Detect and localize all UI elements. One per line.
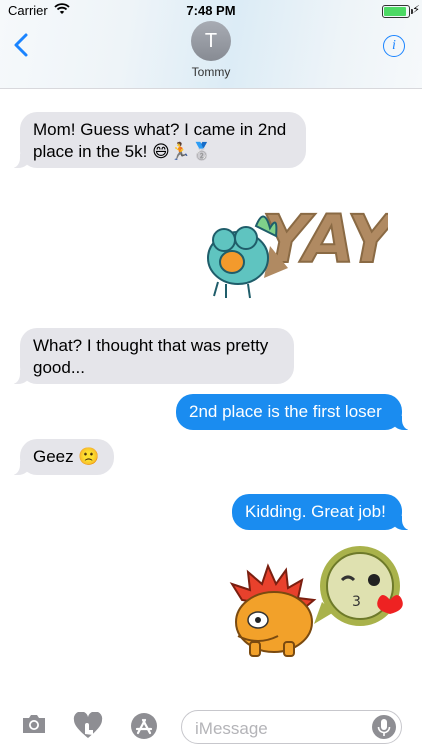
- chevron-left-icon: [14, 33, 28, 57]
- microphone-icon: [377, 719, 391, 736]
- message-text: Mom! Guess what? I came in 2nd: [33, 120, 287, 139]
- message-bubble-incoming[interactable]: Mom! Guess what? I came in 2nd place in …: [10, 112, 306, 168]
- heart-touch-icon[interactable]: [73, 712, 103, 740]
- message-text: good...: [33, 358, 85, 377]
- back-button[interactable]: [10, 30, 34, 60]
- message-bubble-outgoing[interactable]: Kidding. Great job!: [232, 494, 412, 530]
- yay-sticker[interactable]: YAY: [198, 186, 388, 306]
- speech-bubble-face-icon: 3: [314, 546, 403, 626]
- info-button[interactable]: i: [383, 35, 405, 57]
- info-icon: i: [392, 38, 396, 53]
- charging-icon: ⚡: [412, 4, 420, 16]
- avatar[interactable]: T: [191, 21, 231, 61]
- message-bubble-incoming[interactable]: Geez 🙁: [10, 439, 114, 475]
- battery-icon: [382, 5, 413, 18]
- microphone-button[interactable]: [372, 715, 396, 739]
- hedgehog-kiss-sticker[interactable]: 3: [222, 540, 412, 670]
- app-store-icon[interactable]: [127, 712, 161, 740]
- bird-icon: [207, 215, 278, 299]
- clock: 7:48 PM: [186, 3, 236, 18]
- message-text: 2nd place is the first loser: [189, 402, 382, 421]
- svg-text:3: 3: [352, 594, 361, 610]
- hedgehog-icon: [229, 563, 317, 657]
- camera-icon[interactable]: [20, 712, 48, 736]
- message-text: What? I thought that was pretty: [33, 336, 269, 355]
- message-bubble-incoming[interactable]: What? I thought that was pretty good...: [10, 328, 294, 384]
- contact-name[interactable]: Tommy: [0, 65, 422, 79]
- message-input-placeholder: iMessage: [195, 719, 268, 738]
- message-text: Geez 🙁: [33, 447, 100, 466]
- status-bar: Carrier 7:48 PM ⚡: [0, 0, 422, 22]
- message-bubble-outgoing[interactable]: 2nd place is the first loser: [176, 394, 412, 430]
- message-text: Kidding. Great job!: [245, 502, 386, 521]
- message-input[interactable]: iMessage: [181, 710, 402, 744]
- message-text: place in the 5k! 😄🏃🥈: [33, 142, 213, 161]
